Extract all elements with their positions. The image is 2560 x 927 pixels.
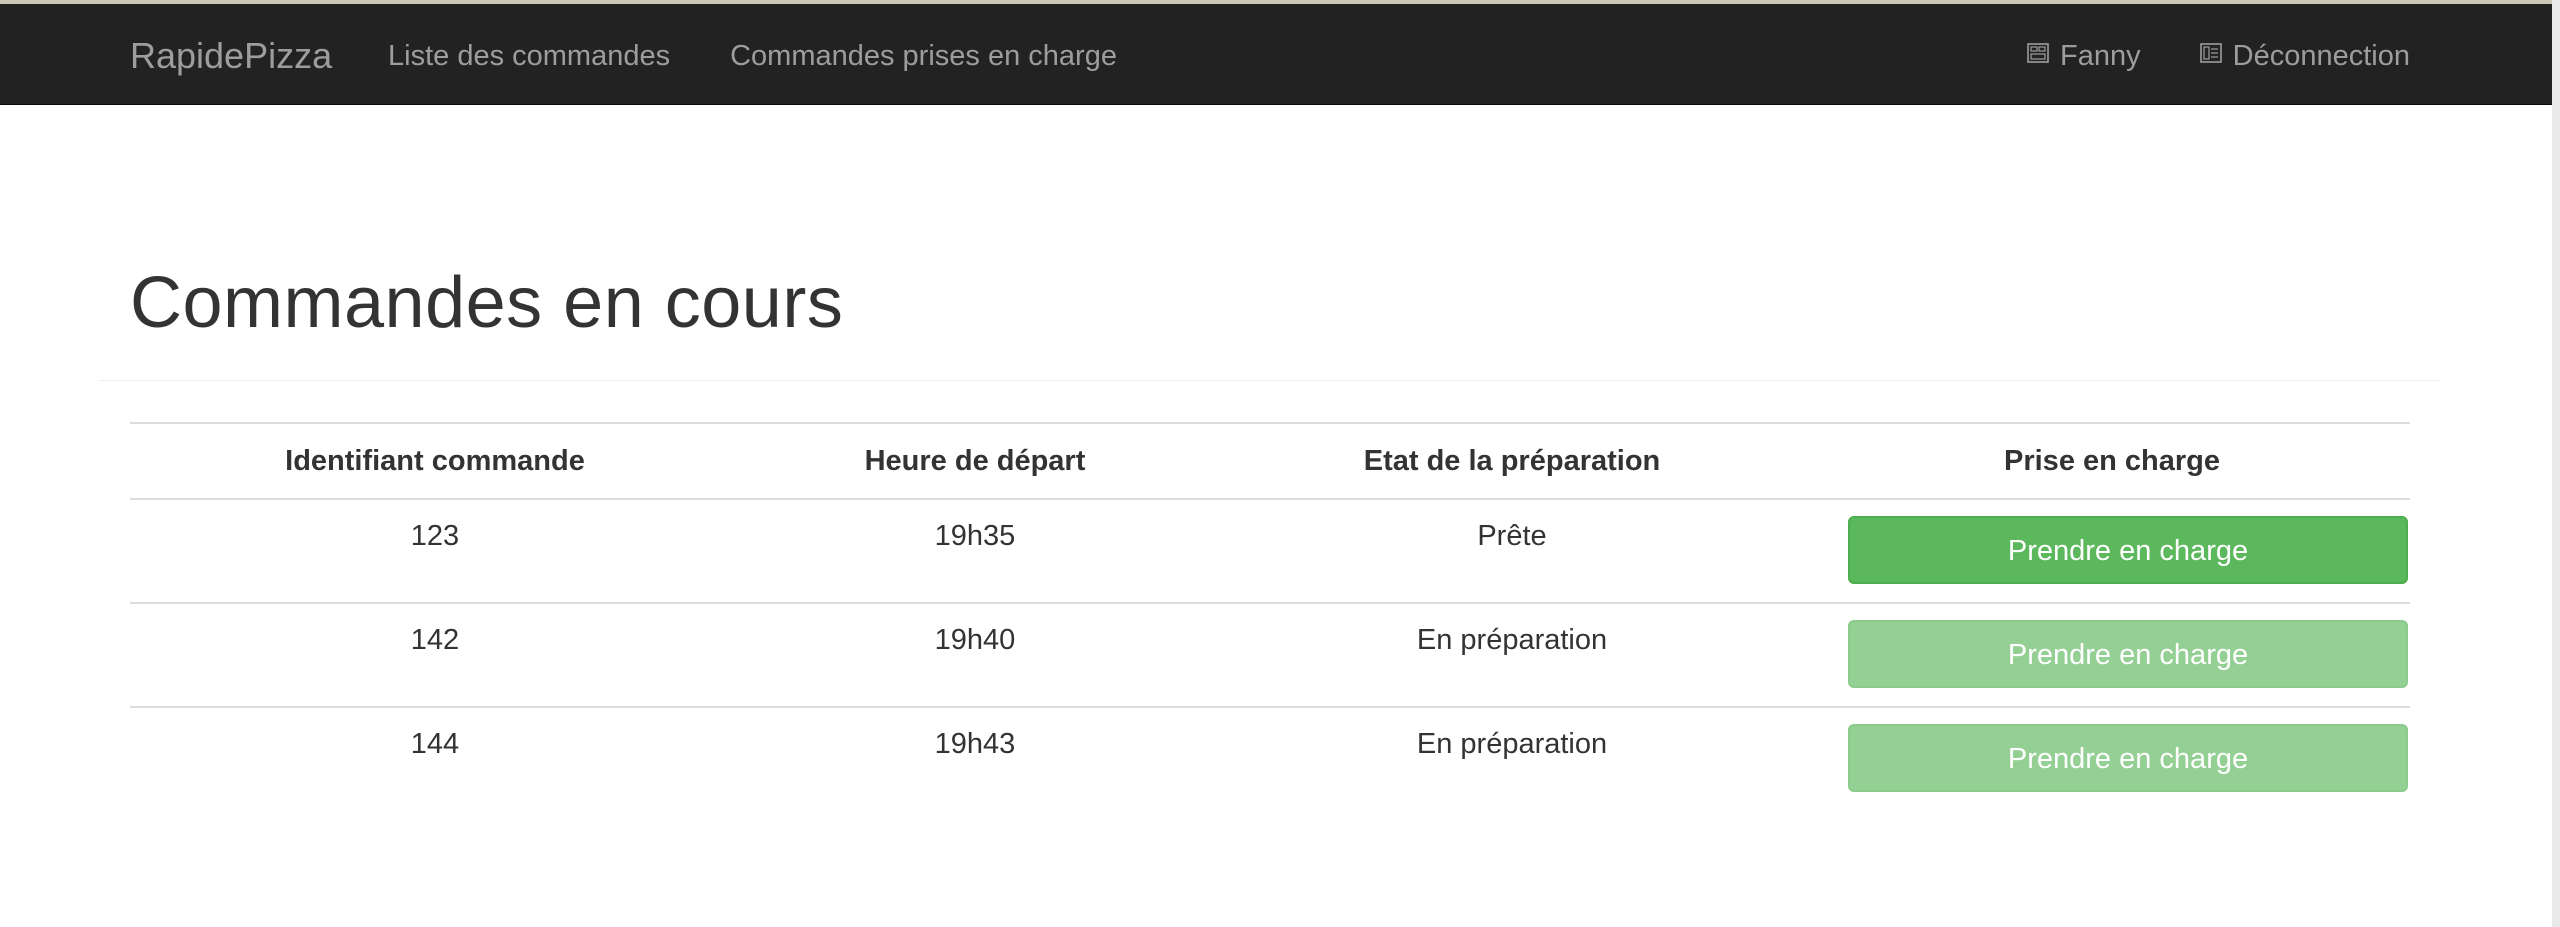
nav-link-taken-orders[interactable]: Commandes prises en charge	[730, 34, 1117, 78]
header-departure-time: Heure de départ	[740, 422, 1210, 500]
logout-icon	[2199, 34, 2223, 78]
cell-order-id: 142	[130, 603, 740, 708]
cell-order-id: 123	[130, 499, 740, 604]
window-right-edge	[2552, 0, 2560, 927]
cell-order-id: 144	[410, 728, 460, 760]
table-row: 144 19h43 En préparation Prendre en char…	[130, 707, 2410, 810]
page-title: Commandes en cours	[130, 263, 844, 343]
cell-departure-time: 19h43	[934, 728, 1016, 760]
take-charge-button[interactable]: Prendre en charge	[1848, 516, 2408, 584]
cell-departure-time: 19h40	[740, 603, 1210, 708]
orders-table: Identifiant commande Heure de départ Eta…	[130, 422, 2410, 810]
cell-departure-time: 19h35	[740, 499, 1210, 604]
cell-handling: Prendre en charge	[1814, 499, 2410, 604]
nav-links: Liste des commandes Commandes prises en …	[388, 34, 1117, 78]
nav-user-link[interactable]: Fanny	[2026, 34, 2141, 78]
page-header: Commandes en cours	[100, 228, 2440, 381]
user-name: Fanny	[2060, 40, 2141, 72]
cell-preparation-state: En préparation	[1210, 603, 1814, 708]
table-header-row: Identifiant commande Heure de départ Eta…	[130, 422, 2410, 500]
top-navbar: RapidePizza Liste des commandes Commande…	[0, 4, 2552, 105]
take-charge-button-disabled: Prendre en charge	[1848, 620, 2408, 688]
header-order-id: Identifiant commande	[130, 422, 740, 500]
table-row: 123 19h35 Prête Prendre en charge	[130, 499, 2410, 604]
header-handling: Prise en charge	[1814, 422, 2410, 500]
logout-link[interactable]: Déconnection	[2199, 34, 2410, 78]
cell-preparation-state: En préparation	[1416, 728, 1608, 760]
table-row: 142 19h40 En préparation Prendre en char…	[130, 603, 2410, 708]
user-icon	[2026, 34, 2050, 78]
brand-link[interactable]: RapidePizza	[130, 34, 332, 78]
take-charge-button-disabled: Prendre en charge	[1848, 724, 2408, 792]
cell-handling: Prendre en charge	[1814, 707, 2410, 810]
cell-handling: Prendre en charge	[1814, 603, 2410, 708]
nav-link-order-list[interactable]: Liste des commandes	[388, 34, 670, 78]
header-preparation-state: Etat de la préparation	[1210, 422, 1814, 500]
nav-user-area: Fanny Déconnection	[2026, 34, 2410, 78]
logout-label: Déconnection	[2232, 40, 2410, 72]
cell-preparation-state: Prête	[1210, 499, 1814, 604]
